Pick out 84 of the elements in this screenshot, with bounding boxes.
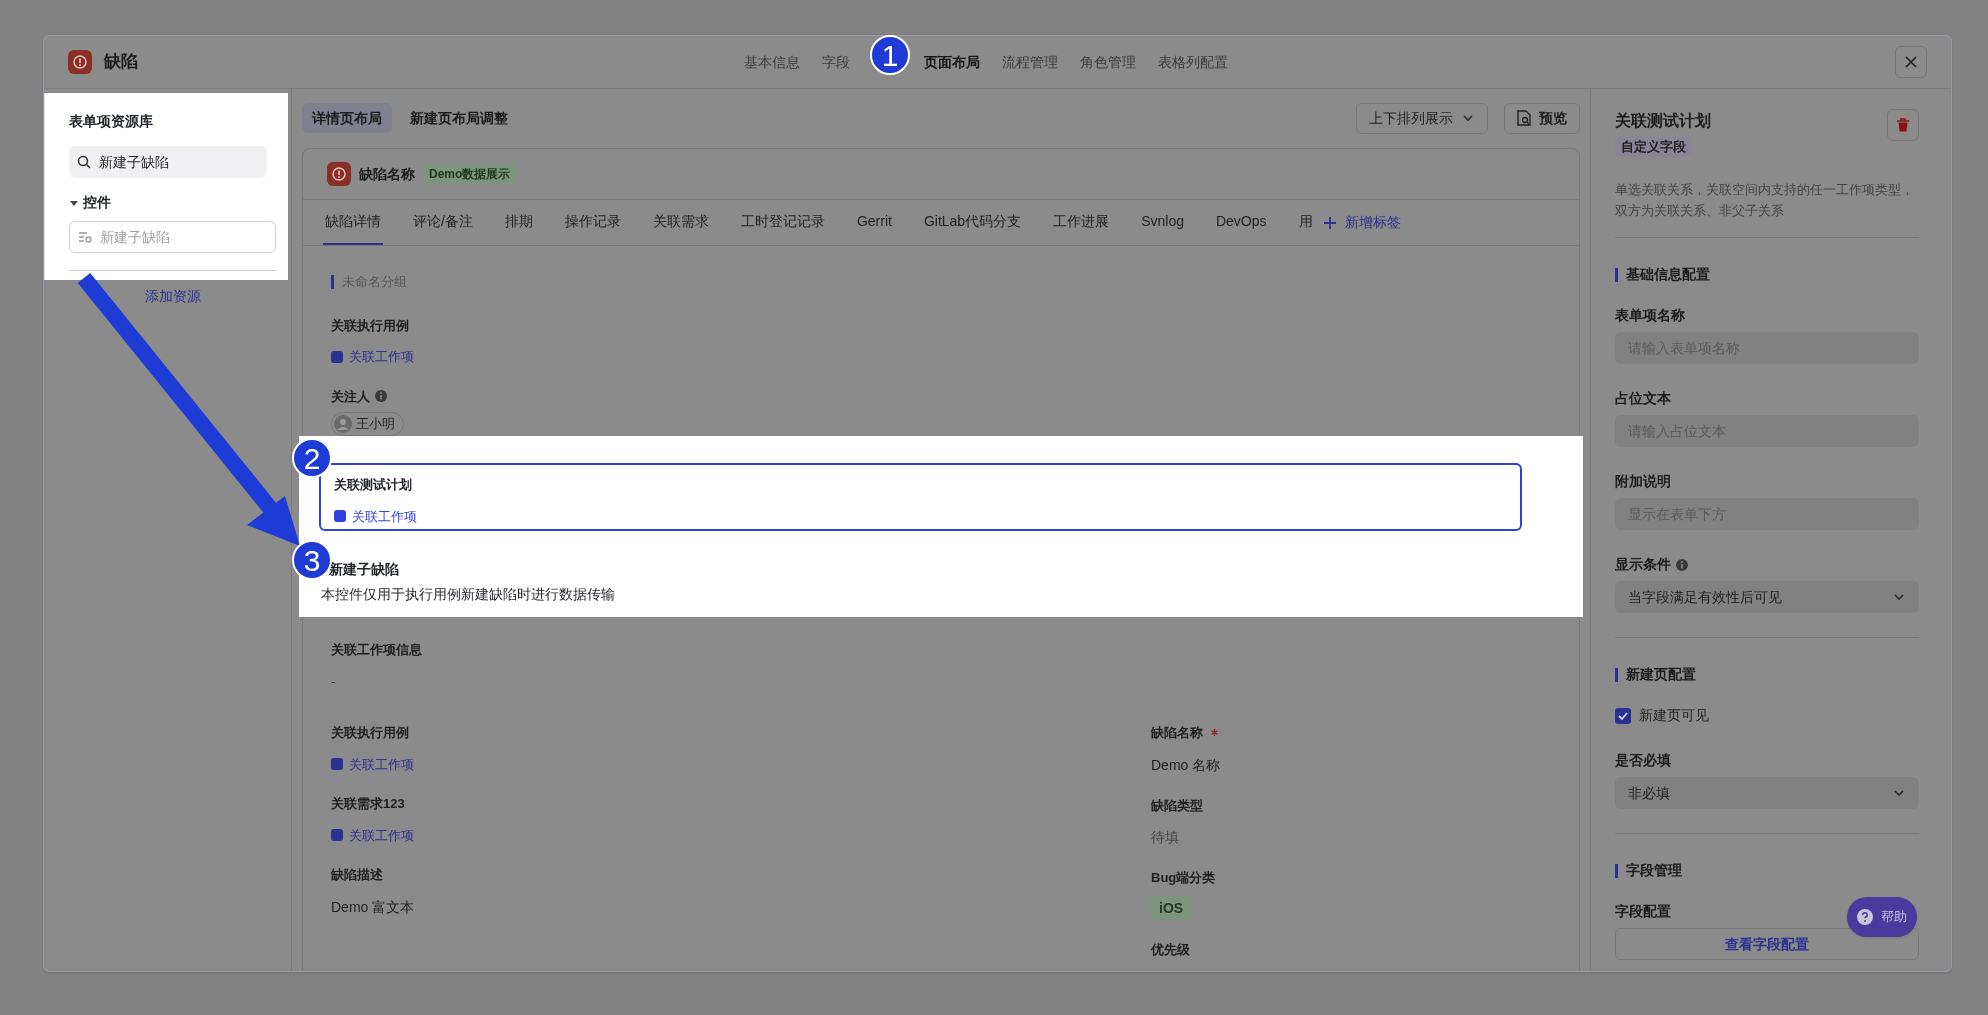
detail-tab[interactable]: 评论/备注 bbox=[411, 200, 475, 245]
checkbox-option[interactable]: 新建页可见 bbox=[1615, 705, 1919, 726]
field-value: Demo 名称 bbox=[1151, 755, 1221, 775]
category-tag: iOS bbox=[1151, 895, 1192, 920]
detail-tab[interactable]: GitLab代码分支 bbox=[921, 200, 1024, 245]
field-label: 关联工作项信息 bbox=[331, 641, 422, 659]
detail-tab[interactable]: DevOps bbox=[1213, 200, 1269, 245]
field-label: 关联执行用例 bbox=[331, 724, 409, 742]
field-value: - bbox=[331, 672, 336, 691]
select-field[interactable]: 非必填 bbox=[1615, 777, 1919, 809]
close-button[interactable] bbox=[1895, 46, 1927, 78]
layout-tab[interactable]: 新建页布局调整 bbox=[400, 103, 518, 133]
add-resource-link[interactable]: 添加资源 bbox=[144, 286, 201, 307]
field-value: 待填 bbox=[1151, 828, 1179, 847]
group-toggle[interactable]: 控件 bbox=[69, 192, 111, 213]
arrange-dropdown[interactable]: 上下排列展示 bbox=[1356, 102, 1488, 134]
field-label: 是否必填 bbox=[1615, 751, 1671, 770]
detail-tab[interactable]: 工作进展 bbox=[1051, 200, 1112, 245]
field-label: 占位文本 bbox=[1615, 389, 1671, 408]
work-item-icon bbox=[331, 350, 343, 363]
plus-icon bbox=[1322, 215, 1337, 230]
field-label: 优先级 bbox=[1151, 940, 1190, 959]
field-label: 关注人 bbox=[331, 387, 370, 406]
card-title: 缺陷名称 bbox=[359, 164, 415, 184]
field-label: 表单项名称 bbox=[1615, 306, 1685, 325]
layout-tab[interactable]: 详情页布局 bbox=[302, 103, 392, 133]
help-icon bbox=[1857, 909, 1873, 925]
field-label: 显示条件 bbox=[1615, 555, 1671, 574]
nav-tab[interactable]: 表格列配置 bbox=[1158, 51, 1228, 73]
detail-tab[interactable]: 排期 bbox=[502, 200, 535, 245]
field-label: 缺陷类型 bbox=[1151, 796, 1203, 815]
close-icon bbox=[1905, 56, 1917, 68]
work-item-icon bbox=[334, 510, 346, 523]
detail-tab[interactable]: 用 bbox=[1296, 200, 1315, 245]
field-label: 缺陷名称 bbox=[1151, 724, 1203, 742]
trash-icon bbox=[1896, 118, 1910, 132]
panel-title: 关联测试计划 bbox=[1615, 111, 1712, 131]
field-label: 缺陷描述 bbox=[331, 866, 383, 884]
nav-tab[interactable]: 流程管理 bbox=[1002, 51, 1058, 73]
detail-tab[interactable]: Svnlog bbox=[1139, 200, 1186, 245]
field-label: 关联测试计划 bbox=[334, 476, 413, 494]
work-item-link[interactable]: 关联工作项 bbox=[331, 825, 414, 845]
preview-icon bbox=[1517, 110, 1531, 126]
field-label: 字段配置 bbox=[1615, 902, 1671, 921]
field-label: Bug端分类 bbox=[1151, 869, 1216, 887]
work-item-icon bbox=[331, 758, 343, 771]
work-item-link[interactable]: 关联工作项 bbox=[331, 347, 414, 367]
detail-tab[interactable]: 工时登记记录 bbox=[738, 200, 827, 245]
nav-tab[interactable]: 页面布局 bbox=[924, 51, 980, 73]
field-label: 附加说明 bbox=[1615, 472, 1671, 491]
select-field[interactable]: 当字段满足有效性后可见 bbox=[1615, 581, 1919, 613]
field-settings-icon bbox=[78, 231, 92, 243]
work-item-icon bbox=[331, 829, 343, 842]
nav-tab[interactable]: 角色管理 bbox=[1080, 51, 1136, 73]
defect-logo-icon bbox=[68, 50, 92, 74]
checkbox[interactable] bbox=[1615, 707, 1631, 724]
custom-field-tag: 自定义字段 bbox=[1615, 137, 1692, 157]
demo-badge: Demo数据展示 bbox=[423, 164, 517, 184]
detail-tab[interactable]: 缺陷详情 bbox=[323, 200, 383, 245]
section-title: 新建页配置 bbox=[1626, 665, 1696, 684]
avatar-icon bbox=[334, 415, 352, 433]
section-title: 字段管理 bbox=[1626, 861, 1682, 880]
preview-button[interactable]: 预览 bbox=[1504, 102, 1580, 134]
help-button[interactable]: 帮助 bbox=[1847, 897, 1917, 937]
nav-tab[interactable]: 字段 bbox=[822, 51, 850, 73]
field-label: 关联执行用例 bbox=[331, 316, 409, 335]
add-tab-button[interactable]: 新增标签 bbox=[1322, 200, 1401, 245]
window-title: 缺陷 bbox=[104, 51, 138, 74]
work-item-link[interactable]: 关联工作项 bbox=[334, 506, 417, 526]
detail-tab[interactable]: 关联需求 bbox=[650, 200, 711, 245]
search-icon bbox=[77, 155, 91, 169]
field-label: 关联需求123 bbox=[331, 795, 405, 813]
field-value: Demo 富文本 bbox=[331, 897, 415, 917]
detail-tab[interactable]: 操作记录 bbox=[562, 200, 623, 245]
nav-tab[interactable]: 基本信息 bbox=[744, 51, 800, 73]
search-field[interactable]: 新建子缺陷 bbox=[69, 146, 267, 178]
defect-logo-icon bbox=[327, 162, 351, 186]
delete-button[interactable] bbox=[1887, 109, 1919, 141]
section-title: 基础信息配置 bbox=[1626, 265, 1710, 284]
panel-title: 表单项资源库 bbox=[69, 112, 154, 131]
resource-item-field[interactable]: 新建子缺陷 bbox=[69, 221, 276, 253]
field-description: 本控件仅用于执行用例新建缺陷时进行数据传输 bbox=[321, 585, 616, 604]
work-item-link[interactable]: 关联工作项 bbox=[331, 754, 414, 774]
detail-tab[interactable]: Gerrit bbox=[854, 200, 894, 245]
